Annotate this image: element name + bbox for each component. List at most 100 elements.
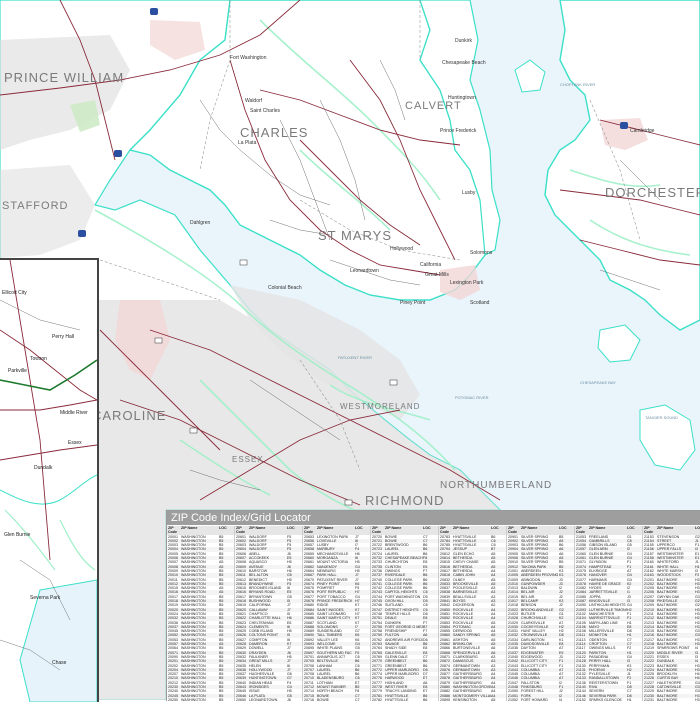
inset-town-label: Severna Park [30,595,61,601]
zip-index-header-row: ZIP Code ZIP Name LOC [371,526,438,535]
water-label-tangier: TANGIER SOUND [645,415,679,420]
zip-code-cell: 20250 [168,697,178,701]
grid-loc-cell: H3 [695,697,700,701]
county-label-richmond: RICHMOND [365,493,445,508]
zip-index-header-cell: ZIP Name [589,526,606,530]
zip-index-header-cell: ZIP Name [521,526,538,530]
zip-name-cell: HYATTSVILLE [385,697,409,701]
zip-index-header-row: ZIP Code ZIP Name LOC [235,526,302,535]
inset-town-label: Towson [30,356,47,362]
zip-code-cell: 20716 [304,697,314,701]
zip-index-column: ZIP Code ZIP Name LOC 20653 LEXINGTON PARK J7… [303,526,371,701]
town-label: Piney Point [400,300,426,306]
zip-index-title: ZIP Code Index/Grid Locator [167,511,700,525]
zip-index-column: ZIP Code ZIP Name LOC 20001 WASHINGTON B5 2000… [167,526,235,701]
water-label-patuxent: PATUXENT RIVER [338,355,373,360]
town-label: Fort Washington [230,55,267,61]
grid-loc-cell: A5 [491,697,496,701]
zip-index-header-cell: ZIP Name [385,526,402,530]
zip-index-header-cell: ZIP Name [453,526,470,530]
zip-index-header-cell: LOC [287,526,295,530]
zip-index-header-cell: ZIP Name [317,526,334,530]
water-label-potomac: POTOMAC RIVER [455,395,489,400]
town-label: Prince Frederick [440,128,477,134]
water-label-chesapeake: CHESAPEAKE BAY [580,380,616,385]
grid-loc-cell: B5 [219,697,224,701]
zip-index-header-cell: ZIP Code [440,526,449,535]
zip-name-cell: KENSINGTON [453,697,477,701]
grid-loc-cell: H1 [627,697,632,701]
inset-town-label: Ellicott City [2,290,27,296]
zip-index-header-cell: ZIP Name [249,526,266,530]
zip-index-column: ZIP CodeZIP NameLOC21153STEVENSONG221154… [643,526,700,701]
town-label: Huntingtown [448,95,476,101]
zip-index-header-cell: ZIP Name [657,526,674,530]
county-label-essex: ESSEX [232,455,264,464]
zip-index-header-cell: ZIP Code [168,526,177,535]
zip-index-header-cell: ZIP Code [508,526,517,535]
town-label: Scotland [470,300,490,306]
zip-index-header-cell: LOC [559,526,567,530]
county-label-westmoreland: WESTMORELAND [340,402,421,411]
zip-code-cell: 21231 [644,697,654,701]
zip-index-header-cell: LOC [219,526,227,530]
town-label: Solomons [470,250,493,256]
zip-index-row: 20782 HYATTSVILLE B6 [371,698,438,701]
zip-code-cell: 20650 [236,697,246,701]
zip-code-cell: 21052 [508,697,518,701]
zip-index-column: ZIP Code ZIP Name LOC 20601 WALDORF F5 20602 WA… [235,526,303,701]
zip-index-row: 21152 SPARKS GLENCOE H1 [575,698,642,701]
zip-name-cell: WASHINGTON [181,697,206,701]
inset-town-label: Middle River [60,410,88,416]
zip-index-header-row: ZIP Code ZIP Name LOC [167,526,234,535]
town-label: Dunkirk [455,38,472,44]
county-label-calvert: CALVERT [405,100,462,112]
town-label: Leonardtown [350,268,379,274]
county-label-caroline: CAROLINE [92,408,167,423]
zip-index-header-cell: LOC [423,526,431,530]
zip-code-cell: 20895 [440,697,450,701]
town-label: Dahlgren [190,220,211,226]
town-label: La Plata [238,140,257,146]
town-label: Waldorf [245,98,263,104]
zip-name-cell: SPARKS GLENCOE [589,697,622,701]
zip-index-header-cell: LOC [627,526,635,530]
county-label-st-marys: ST MARYS [318,228,392,243]
zip-index-grid: ZIP Code ZIP Name LOC 20001 WASHINGTON B5 2000… [167,526,700,701]
town-label: California [420,262,442,268]
zip-index-row: 20250 WASHINGTON B5 [167,698,234,701]
zip-index-header-cell: ZIP Code [304,526,313,535]
zip-index-column: ZIP Code ZIP Name LOC 20901 SILVER SPRING B5 2… [507,526,575,701]
zip-index-header-cell: ZIP Code [236,526,245,535]
zip-index-header-row: ZIP Code ZIP Name LOC [507,526,574,535]
zip-index-header-row: ZIP Code ZIP Name LOC [575,526,642,535]
county-label-northumberland: NORTHUMBERLAND [440,480,553,491]
inset-town-label: Essex [68,440,82,446]
grid-loc-cell: I4 [559,697,562,701]
town-label: Lusby [462,190,476,196]
zip-index-header-cell: ZIP Code [372,526,381,535]
zip-name-cell: BOWIE [317,697,329,701]
zip-index-header-cell: ZIP Code [576,526,585,535]
zip-index-header-cell: ZIP Name [181,526,198,530]
zip-index-column: ZIP Code ZIP Name LOC 21053 FREELAND G1 21054 G… [575,526,643,701]
zip-index-row: 20716 BOWIE C7 [303,698,370,701]
zip-index-header-cell: ZIP Code [644,526,653,535]
zip-name-cell: FORT HOWARD [521,697,548,701]
zip-index-row: 21052 FORT HOWARD I4 [507,698,574,701]
town-label: Chesapeake Beach [442,60,486,66]
inset-town-label: Glen Burnie [4,532,31,538]
water-label-choptank: CHOPTANK RIVER [560,82,596,87]
zip-index-row: 20650 LEONARDTOWN J6 [235,698,302,701]
town-label: Great Mills [425,272,449,278]
zip-name-cell: BALTIMORE [657,697,678,701]
county-label-stafford: STAFFORD [2,200,69,212]
inset-town-label: Dundalk [34,465,53,471]
zip-index-header-row: ZIP Code ZIP Name LOC [643,526,700,535]
inset-town-label: Chase [52,660,67,666]
zip-code-cell: 21152 [576,697,586,701]
town-label: Colonial Beach [268,285,302,291]
zip-index-column: ZIP Code ZIP Name LOC 20720 BOWIE C7 20721 BOWI… [371,526,439,701]
zip-index-header-row: ZIP Code ZIP Name LOC [303,526,370,535]
grid-loc-cell: C7 [355,697,360,701]
